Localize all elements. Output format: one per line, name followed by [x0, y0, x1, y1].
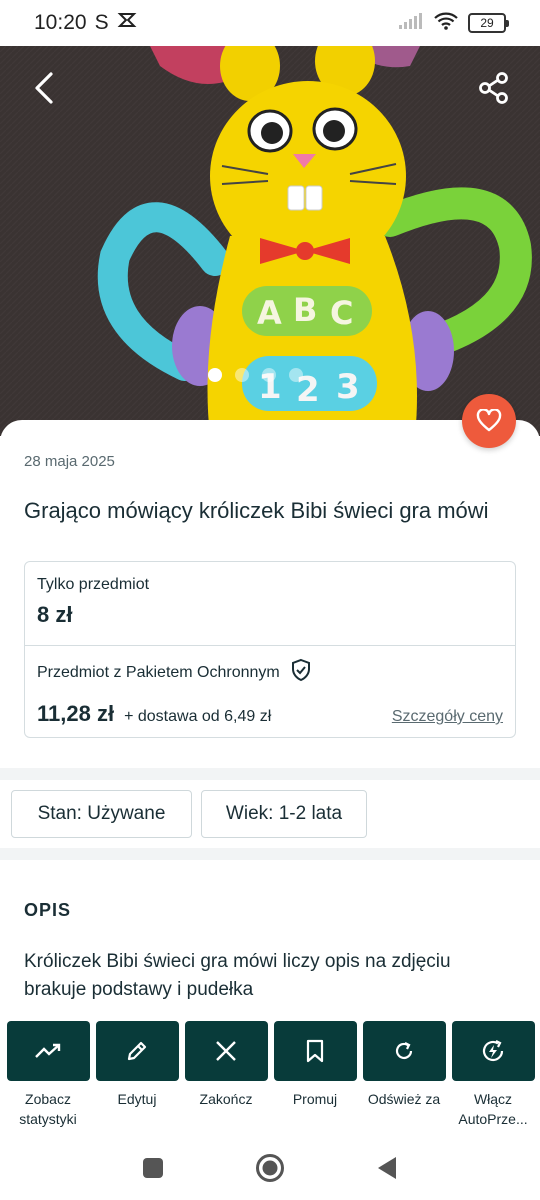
divider	[25, 645, 515, 646]
price-box: Tylko przedmiot 8 zł Przedmiot z Pakiete…	[24, 561, 516, 738]
shield-check-icon[interactable]	[290, 658, 312, 687]
heart-icon	[476, 409, 502, 432]
chevron-left-icon	[35, 72, 53, 104]
close-listing-button[interactable]	[184, 1021, 268, 1081]
owner-action-bar: Zobacz statystyki Edytuj Zakończ Promuj	[0, 1010, 540, 1140]
view-stats-button[interactable]	[6, 1021, 90, 1081]
close-listing-action[interactable]: Zakończ	[184, 1021, 268, 1109]
auto-bump-button[interactable]	[451, 1021, 535, 1081]
carrier-icon: S	[94, 11, 109, 34]
shipping-price: + dostawa od 6,49 zł	[124, 708, 272, 725]
auto-bump-label: Włącz AutoPrze...	[458, 1091, 528, 1127]
status-time: 10:20	[34, 11, 87, 34]
bookmark-icon	[306, 1039, 324, 1063]
description-text: Króliczek Bibi świeci gra mówi liczy opi…	[24, 951, 451, 1000]
back-nav-button[interactable]	[375, 1155, 399, 1186]
status-bar: 10:20 S 29	[0, 0, 540, 46]
condition-chip[interactable]: Stan: Używane	[11, 790, 192, 838]
view-stats-action[interactable]: Zobacz statystyki	[6, 1021, 90, 1129]
pager-dot[interactable]	[289, 368, 303, 382]
svg-text:C: C	[330, 294, 353, 332]
listing-photo[interactable]: A B C 1 2 3	[0, 46, 540, 436]
system-nav-bar	[0, 1140, 540, 1200]
section-separator	[0, 848, 540, 860]
svg-text:3: 3	[336, 367, 360, 407]
item-only-price: 8 zł	[37, 602, 73, 627]
trend-up-icon	[35, 1043, 61, 1058]
svg-text:A: A	[257, 294, 282, 332]
item-only-label: Tylko przedmiot	[37, 576, 150, 593]
auto-bump-action[interactable]: Włącz AutoPrze...	[451, 1021, 535, 1129]
pager-dot[interactable]	[235, 368, 249, 382]
signal-icon	[398, 12, 424, 35]
view-stats-label: Zobacz statystyki	[19, 1091, 77, 1127]
svg-text:B: B	[293, 291, 317, 329]
favorite-button[interactable]	[462, 394, 516, 448]
recents-button[interactable]	[141, 1156, 165, 1185]
square-icon	[143, 1157, 163, 1178]
total-price: 11,28 zł	[37, 701, 115, 726]
edit-label: Edytuj	[117, 1091, 157, 1107]
section-separator	[0, 768, 540, 780]
description-heading: OPIS	[24, 900, 72, 920]
pencil-icon	[127, 1041, 147, 1061]
back-button[interactable]	[20, 64, 68, 112]
close-listing-label: Zakończ	[199, 1091, 253, 1107]
app-notification-icon	[117, 11, 137, 35]
close-icon	[216, 1041, 236, 1061]
refresh-label: Odśwież za	[367, 1091, 441, 1107]
refresh-icon	[395, 1042, 413, 1060]
protection-label: Przedmiot z Pakietem Ochronnym	[37, 663, 280, 681]
home-button[interactable]	[255, 1153, 285, 1188]
promote-button[interactable]	[273, 1021, 357, 1081]
refresh-action[interactable]: Odśwież za	[362, 1021, 446, 1109]
listing-title: Grająco mówiący króliczek Bibi świeci gr…	[24, 498, 489, 523]
triangle-back-icon	[378, 1156, 396, 1179]
photo-pager-dots	[208, 368, 303, 382]
price-details-link[interactable]: Szczegóły ceny	[392, 708, 503, 726]
listing-date: 28 maja 2025	[24, 453, 115, 470]
share-button[interactable]	[470, 64, 518, 112]
age-chip[interactable]: Wiek: 1-2 lata	[201, 790, 367, 838]
battery-icon: 29	[468, 13, 509, 33]
edit-action[interactable]: Edytuj	[95, 1021, 179, 1109]
wifi-icon	[434, 12, 458, 35]
share-icon	[479, 72, 508, 104]
promote-label: Promuj	[292, 1091, 338, 1107]
home-circle-icon	[256, 1153, 284, 1182]
promote-action[interactable]: Promuj	[273, 1021, 357, 1109]
pager-dot[interactable]	[262, 368, 276, 382]
refresh-button[interactable]	[362, 1021, 446, 1081]
pager-dot[interactable]	[208, 368, 222, 382]
edit-button[interactable]	[95, 1021, 179, 1081]
auto-bolt-icon	[482, 1040, 504, 1062]
